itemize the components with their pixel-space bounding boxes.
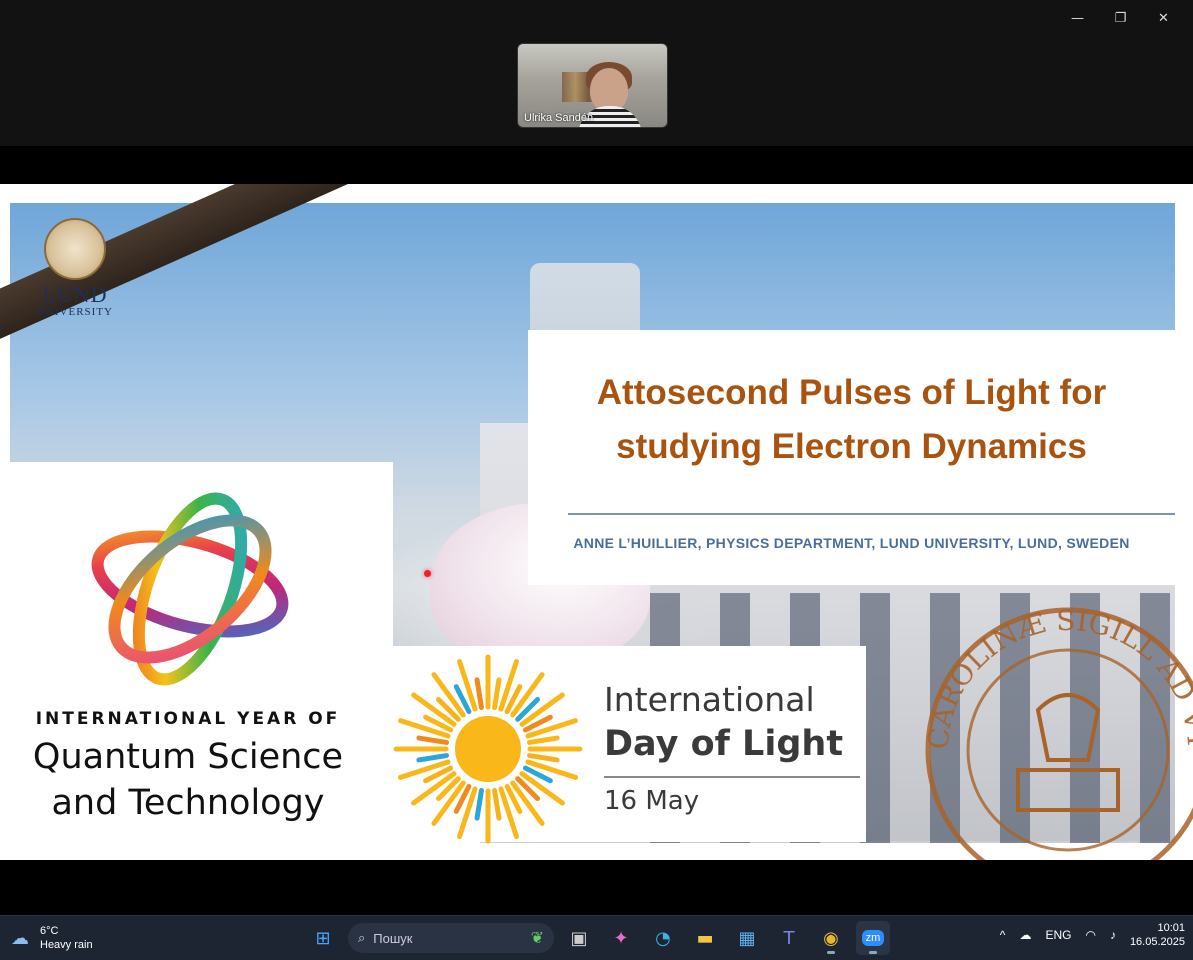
chevron-up-icon[interactable]: ^ [1000,928,1006,942]
sun-ray [526,735,560,745]
windows-taskbar: ☁ 6°C Heavy rain ⊞ ⌕ Пошук ❦ ▣ ✦ ◔ ▬ ▦ T… [0,915,1193,960]
volume-icon[interactable]: ♪ [1110,928,1116,942]
taskbar-apps: ⊞ ⌕ Пошук ❦ ▣ ✦ ◔ ▬ ▦ T ◉ zm [306,921,890,955]
idl-line1: International [604,680,815,719]
idl-line2: Day of Light [604,724,844,764]
idl-divider [604,776,860,778]
windows-start-icon[interactable]: ⊞ [306,921,340,955]
idl-date: 16 May [604,786,700,816]
sun-ray [416,753,450,763]
file-explorer-icon[interactable]: ▬ [688,921,722,955]
sun-icon [393,654,583,844]
clock[interactable]: 10:01 16.05.2025 [1130,921,1185,949]
sun-ray [492,787,502,821]
participant-name: Ulrika Sandén [524,112,594,124]
title-divider [568,513,1175,515]
iyq-line2: Quantum Science [32,737,344,777]
restore-button[interactable]: ❐ [1099,6,1142,30]
weather-widget[interactable]: ☁ 6°C Heavy rain [8,924,93,952]
iyq-logo-card: INTERNATIONAL YEAR OF Quantum Science an… [0,462,393,860]
rain-cloud-icon: ☁ [11,927,29,948]
iyq-line3: and Technology [51,783,325,823]
zoom-meeting-window: Ulrika Sandén — ❐ ✕ LUND UNIVERSITY Atto… [0,0,1193,915]
search-box[interactable]: ⌕ Пошук ❦ [348,923,554,953]
teams-icon[interactable]: T [772,921,806,955]
lund-seal-large-icon: CAROLINÆ SIGILL AD VT RVMQVE ORVM [918,600,1193,860]
gallery-strip: Ulrika Sandén [0,0,1193,146]
seal-text: CAROLINÆ SIGILL AD VT RVMQVE ORVM [918,600,1193,751]
sun-ray [474,677,484,711]
iyq-line1: INTERNATIONAL YEAR OF [35,709,341,729]
slide-author: ANNE L’HUILLIER, PHYSICS DEPARTMENT, LUN… [573,535,1130,551]
task-view-icon[interactable]: ▣ [562,921,596,955]
search-icon: ⌕ [358,930,366,945]
sun-ray [474,787,484,821]
title-card: Attosecond Pulses of Light for studying … [528,330,1175,585]
clock-time: 10:01 [1157,922,1185,934]
sun-ray [492,677,502,711]
chrome-icon[interactable]: ◉ [814,921,848,955]
close-button[interactable]: ✕ [1142,6,1185,30]
search-placeholder: Пошук [373,930,413,946]
onedrive-icon[interactable]: ☁ [1019,928,1031,942]
sun-ray [526,753,560,763]
store-icon[interactable]: ▦ [730,921,764,955]
copilot-icon[interactable]: ✦ [604,921,638,955]
lund-logo-sub: UNIVERSITY [37,306,113,318]
iyq-name: Quantum Science and Technology [0,734,376,826]
slide-title-line2: studying Electron Dynamics [616,427,1087,466]
idl-logo-card: International Day of Light 16 May [393,646,866,844]
svg-text:CAROLINÆ SIGILL AD VT RVMQVE O: CAROLINÆ SIGILL AD VT RVMQVE ORVM [918,600,1193,751]
zoom-icon[interactable]: zm [856,921,890,955]
window-controls: — ❐ ✕ [1056,6,1185,30]
search-highlight-icon: ❦ [530,930,544,947]
language-indicator[interactable]: ENG [1045,928,1071,942]
edge-icon[interactable]: ◔ [646,921,680,955]
wifi-icon[interactable]: ◠ [1085,928,1095,942]
participant-video-tile[interactable]: Ulrika Sandén [517,43,668,128]
weather-temp: 6°C [40,925,59,937]
laser-pointer [424,570,431,577]
lund-seal-small-icon [44,218,106,280]
quantum-knot-icon [91,492,289,686]
minimize-button[interactable]: — [1056,6,1099,30]
system-tray: ^ ☁ ENG ◠ ♪ 10:01 16.05.2025 [1000,921,1185,949]
slide-title-line1: Attosecond Pulses of Light for [596,373,1107,412]
sun-ray [416,735,450,745]
shared-slide: LUND UNIVERSITY Attosecond Pulses of Lig… [0,184,1193,860]
share-top-band [0,146,1193,184]
lund-university-logo: LUND UNIVERSITY [30,218,120,318]
share-bottom-band [0,860,1193,915]
slide-title: Attosecond Pulses of Light for studying … [528,366,1175,474]
clock-date: 16.05.2025 [1129,936,1185,948]
weather-desc: Heavy rain [40,939,93,951]
lund-logo-word: LUND [42,282,108,307]
